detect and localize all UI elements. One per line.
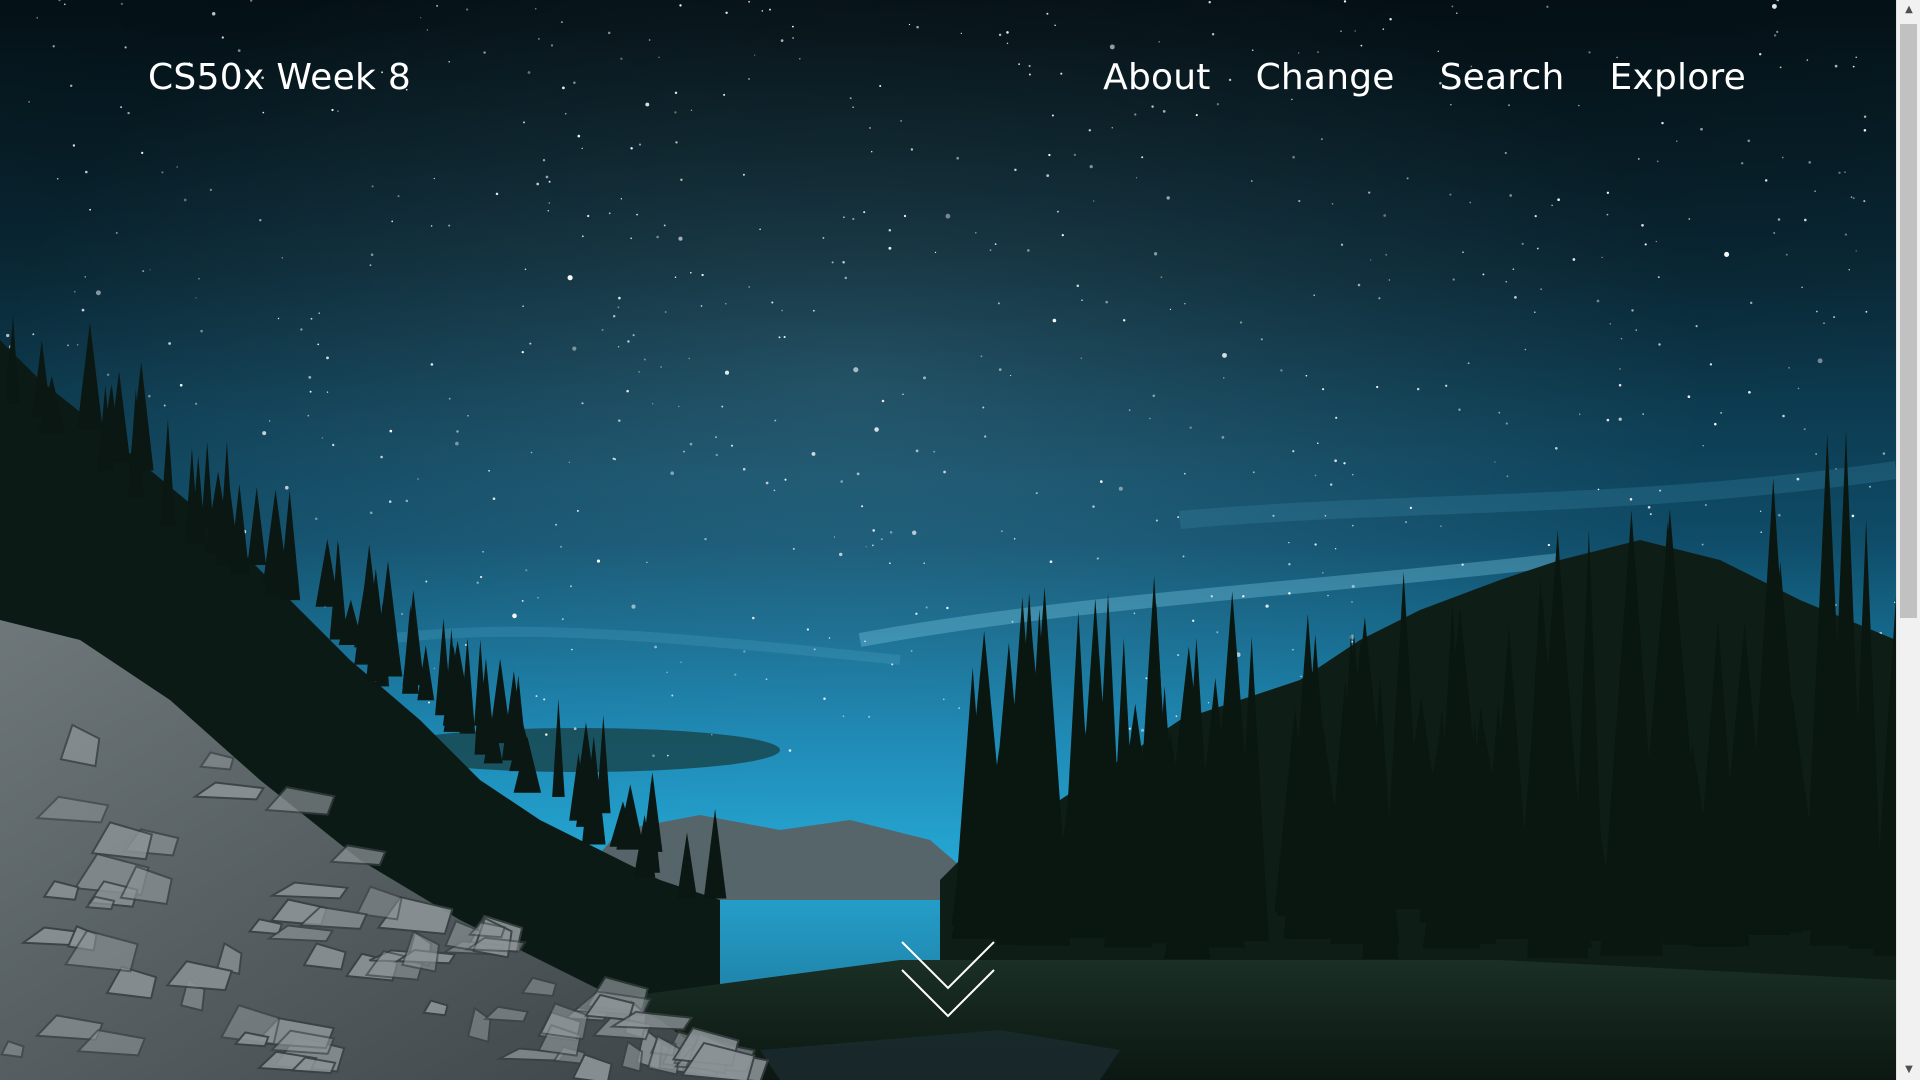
brand-link[interactable]: CS50x Week 8: [148, 52, 411, 104]
scrollbar-thumb[interactable]: [1900, 24, 1917, 618]
nav-item-about: About: [1103, 52, 1210, 104]
nav-item-search: Search: [1440, 52, 1565, 104]
nav-link-change[interactable]: Change: [1256, 57, 1395, 98]
hero-section: CS50x Week 8 About Change Search Explore: [0, 0, 1896, 1080]
page-scrollbar[interactable]: ▲ ▼: [1896, 0, 1920, 1080]
scroll-down-arrow-icon[interactable]: ▼: [1897, 1060, 1920, 1080]
scroll-up-arrow-icon[interactable]: ▲: [1897, 0, 1920, 20]
browser-viewport: CS50x Week 8 About Change Search Explore: [0, 0, 1920, 1080]
nav-link-search[interactable]: Search: [1440, 57, 1565, 98]
nav-link-explore[interactable]: Explore: [1610, 57, 1747, 98]
double-chevron-down-icon: [901, 941, 995, 1018]
nav-link-about[interactable]: About: [1103, 57, 1210, 98]
nav-menu: About Change Search Explore: [1103, 52, 1746, 104]
scroll-down-button[interactable]: [900, 940, 996, 1020]
hero-background-image: [0, 0, 1896, 1080]
nav-item-explore: Explore: [1610, 52, 1747, 104]
site-navbar: CS50x Week 8 About Change Search Explore: [0, 0, 1896, 160]
nav-item-change: Change: [1256, 52, 1395, 104]
